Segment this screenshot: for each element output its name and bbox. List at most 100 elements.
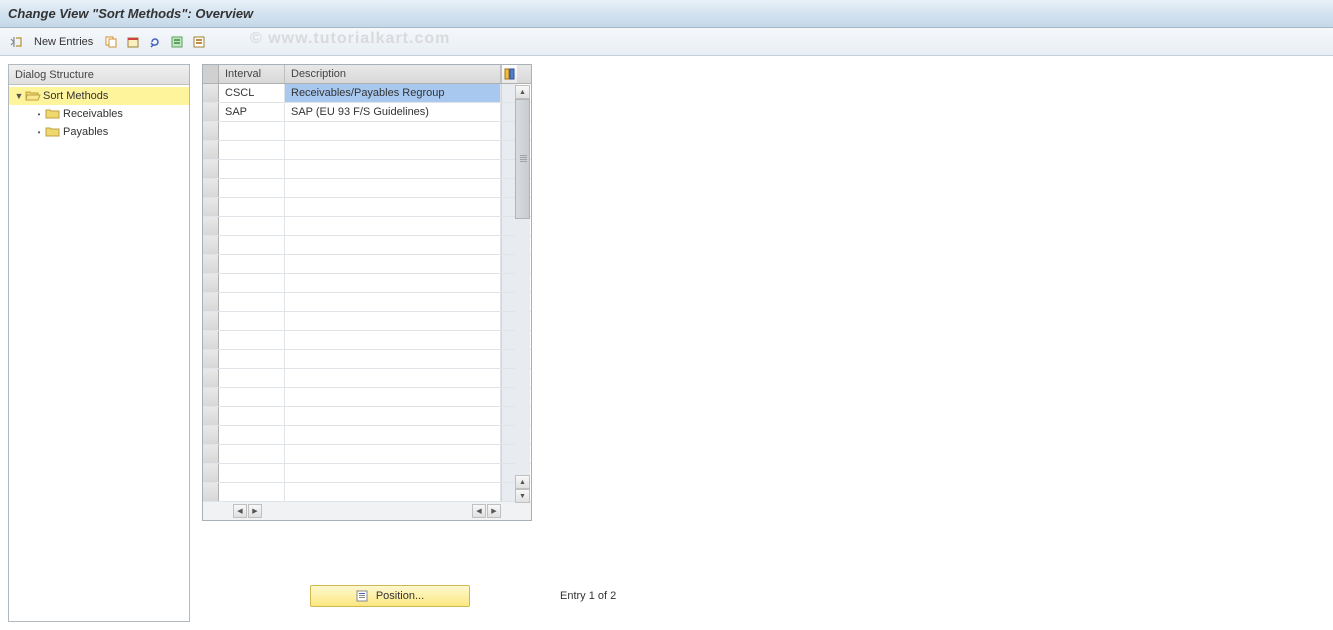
row-selector[interactable] <box>203 255 219 273</box>
scroll-left-button[interactable]: ◀ <box>472 504 486 518</box>
table-row[interactable] <box>203 483 531 502</box>
row-selector-header[interactable] <box>203 65 219 83</box>
row-selector[interactable] <box>203 426 219 444</box>
cell-interval[interactable] <box>219 217 285 235</box>
cell-description[interactable] <box>285 369 501 387</box>
cell-interval[interactable] <box>219 312 285 330</box>
vertical-scrollbar[interactable]: ▲ ▲ ▼ <box>515 85 530 503</box>
new-entries-button[interactable]: New Entries <box>30 36 97 48</box>
row-selector[interactable] <box>203 464 219 482</box>
cell-description[interactable] <box>285 483 501 501</box>
cell-interval[interactable] <box>219 160 285 178</box>
scroll-left-button[interactable]: ◀ <box>233 504 247 518</box>
scroll-thumb[interactable] <box>515 99 530 219</box>
cell-interval[interactable] <box>219 236 285 254</box>
row-selector[interactable] <box>203 160 219 178</box>
cell-description[interactable] <box>285 217 501 235</box>
cell-interval[interactable] <box>219 141 285 159</box>
cell-interval[interactable] <box>219 198 285 216</box>
scroll-up-button[interactable]: ▲ <box>515 85 530 99</box>
table-row[interactable] <box>203 350 531 369</box>
cell-interval[interactable] <box>219 464 285 482</box>
cell-description[interactable] <box>285 255 501 273</box>
tree-node-payables[interactable]: • Payables <box>29 123 189 141</box>
row-selector[interactable] <box>203 84 219 102</box>
cell-description[interactable] <box>285 388 501 406</box>
scroll-right-button[interactable]: ▶ <box>248 504 262 518</box>
cell-interval[interactable] <box>219 122 285 140</box>
cell-description[interactable] <box>285 407 501 425</box>
row-selector[interactable] <box>203 103 219 121</box>
column-header-description[interactable]: Description <box>285 65 501 83</box>
table-row[interactable] <box>203 388 531 407</box>
cell-description[interactable] <box>285 160 501 178</box>
cell-description[interactable] <box>285 312 501 330</box>
table-row[interactable] <box>203 331 531 350</box>
row-selector[interactable] <box>203 483 219 501</box>
cell-description[interactable] <box>285 331 501 349</box>
cell-interval[interactable] <box>219 388 285 406</box>
table-row[interactable] <box>203 407 531 426</box>
row-selector[interactable] <box>203 217 219 235</box>
cell-description[interactable]: SAP (EU 93 F/S Guidelines) <box>285 103 501 121</box>
cell-interval[interactable] <box>219 179 285 197</box>
row-selector[interactable] <box>203 274 219 292</box>
select-block-icon[interactable] <box>191 34 207 50</box>
row-selector[interactable] <box>203 293 219 311</box>
cell-description[interactable] <box>285 179 501 197</box>
table-row[interactable] <box>203 426 531 445</box>
select-all-icon[interactable] <box>169 34 185 50</box>
row-selector[interactable] <box>203 179 219 197</box>
cell-interval[interactable]: SAP <box>219 103 285 121</box>
row-selector[interactable] <box>203 141 219 159</box>
row-selector[interactable] <box>203 122 219 140</box>
cell-description[interactable] <box>285 464 501 482</box>
table-row[interactable] <box>203 141 531 160</box>
table-row[interactable] <box>203 160 531 179</box>
undo-icon[interactable] <box>147 34 163 50</box>
tree-collapse-icon[interactable]: ▼ <box>13 91 25 101</box>
table-row[interactable] <box>203 274 531 293</box>
table-row[interactable] <box>203 198 531 217</box>
column-header-interval[interactable]: Interval <box>219 65 285 83</box>
toggle-display-icon[interactable] <box>8 34 24 50</box>
cell-description[interactable]: Receivables/Payables Regroup <box>285 84 501 102</box>
cell-description[interactable] <box>285 122 501 140</box>
scroll-right-button[interactable]: ▶ <box>487 504 501 518</box>
cell-description[interactable] <box>285 274 501 292</box>
cell-interval[interactable] <box>219 369 285 387</box>
cell-interval[interactable] <box>219 255 285 273</box>
table-row[interactable] <box>203 464 531 483</box>
row-selector[interactable] <box>203 350 219 368</box>
table-row[interactable] <box>203 312 531 331</box>
row-selector[interactable] <box>203 198 219 216</box>
cell-description[interactable] <box>285 198 501 216</box>
cell-description[interactable] <box>285 445 501 463</box>
table-row[interactable]: SAP SAP (EU 93 F/S Guidelines) <box>203 103 531 122</box>
cell-interval[interactable] <box>219 407 285 425</box>
cell-interval[interactable] <box>219 331 285 349</box>
table-row[interactable] <box>203 255 531 274</box>
row-selector[interactable] <box>203 369 219 387</box>
copy-icon[interactable] <box>103 34 119 50</box>
cell-interval[interactable] <box>219 350 285 368</box>
row-selector[interactable] <box>203 407 219 425</box>
delete-icon[interactable] <box>125 34 141 50</box>
scroll-down-button[interactable]: ▲ <box>515 475 530 489</box>
table-settings-icon[interactable] <box>501 65 517 83</box>
cell-description[interactable] <box>285 141 501 159</box>
tree-node-receivables[interactable]: • Receivables <box>29 105 189 123</box>
row-selector[interactable] <box>203 445 219 463</box>
cell-interval[interactable] <box>219 293 285 311</box>
table-row[interactable] <box>203 179 531 198</box>
row-selector[interactable] <box>203 312 219 330</box>
table-row[interactable] <box>203 293 531 312</box>
cell-description[interactable] <box>285 293 501 311</box>
cell-description[interactable] <box>285 236 501 254</box>
scroll-down-button[interactable]: ▼ <box>515 489 530 503</box>
row-selector[interactable] <box>203 236 219 254</box>
row-selector[interactable] <box>203 331 219 349</box>
cell-interval[interactable] <box>219 274 285 292</box>
table-row[interactable]: CSCL Receivables/Payables Regroup <box>203 84 531 103</box>
cell-interval[interactable] <box>219 426 285 444</box>
